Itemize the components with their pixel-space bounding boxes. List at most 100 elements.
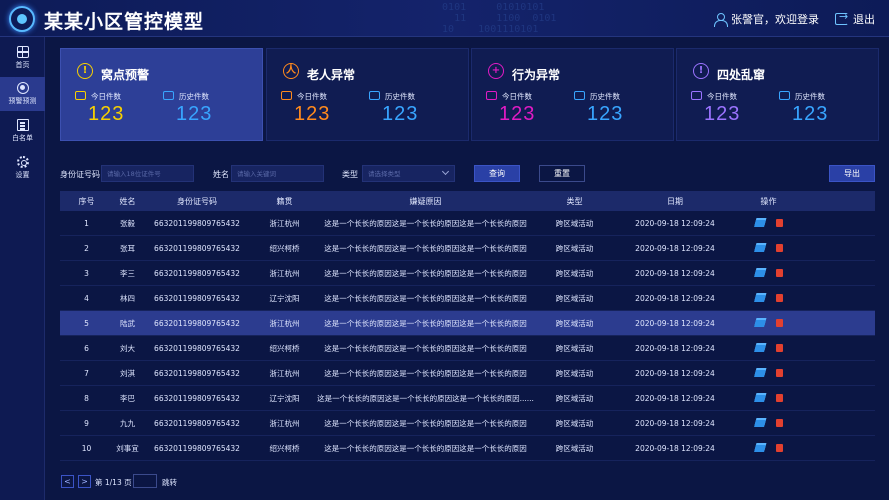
layers-icon[interactable] bbox=[753, 219, 766, 227]
sidebar-item-alert[interactable]: 预警预测 bbox=[0, 77, 45, 111]
gear-icon bbox=[16, 156, 29, 168]
trash-icon[interactable] bbox=[775, 319, 783, 327]
prev-page-button[interactable]: < bbox=[61, 475, 74, 488]
table-row[interactable]: 10 刘事宜 663201199809765432 绍兴柯桥 这是一个长长的原因这是一个… bbox=[60, 436, 875, 461]
stat-value: 123 bbox=[88, 103, 125, 125]
home-icon bbox=[16, 46, 29, 58]
next-page-button[interactable]: > bbox=[78, 475, 91, 488]
cell-reason: 这是一个长长的原因这是一个长长的原因这是一个长长的原因 bbox=[324, 343, 527, 353]
stat-label: 历史件数 bbox=[179, 92, 209, 101]
trash-icon[interactable] bbox=[775, 294, 783, 302]
layers-icon[interactable] bbox=[753, 269, 766, 277]
layers-icon[interactable] bbox=[753, 244, 766, 252]
layers-icon[interactable] bbox=[753, 444, 766, 452]
cell-id-number: 663201199809765432 bbox=[154, 293, 240, 303]
cell-origin: 辽宁沈阳 bbox=[269, 393, 300, 403]
cell-date: 2020-09-18 12:09:24 bbox=[635, 293, 715, 303]
table-row[interactable]: 2 张耳 663201199809765432 绍兴柯桥 这是一个长长的原因这是一个长长… bbox=[60, 236, 875, 261]
layers-icon[interactable] bbox=[753, 419, 766, 427]
reset-button[interactable]: 重置 bbox=[539, 165, 585, 182]
cell-type: 跨区域活动 bbox=[555, 393, 594, 403]
cell-origin: 浙江杭州 bbox=[269, 318, 300, 328]
card-title: 行为异常 bbox=[512, 68, 561, 82]
table-row[interactable]: 9 九九 663201199809765432 浙江杭州 这是一个长长的原因这是一个长长… bbox=[60, 411, 875, 436]
card-wandering[interactable]: ! 四处乱窜 今日件数 123 历史件数 123 bbox=[676, 48, 879, 141]
cell-origin: 浙江杭州 bbox=[269, 268, 300, 278]
history-icon bbox=[779, 91, 790, 100]
cell-origin: 浙江杭州 bbox=[269, 368, 300, 378]
cell-reason: 这是一个长长的原因这是一个长长的原因这是一个长长的原因 bbox=[324, 318, 527, 328]
layers-icon[interactable] bbox=[753, 294, 766, 302]
layers-icon[interactable] bbox=[753, 394, 766, 402]
cell-index: 4 bbox=[84, 293, 89, 303]
trash-icon[interactable] bbox=[775, 344, 783, 352]
stat-label: 今日件数 bbox=[707, 92, 737, 101]
bell-icon bbox=[75, 91, 86, 100]
trash-icon[interactable] bbox=[775, 394, 783, 402]
cell-actions bbox=[735, 411, 802, 435]
type-select[interactable] bbox=[362, 165, 455, 182]
trash-icon[interactable] bbox=[775, 444, 783, 452]
cell-index: 3 bbox=[84, 268, 89, 278]
results-table: 序号 姓名 身份证号码 籍贯 嫌疑原因 类型 日期 操作 1 张毅 66320119… bbox=[60, 191, 875, 461]
cell-id-number: 663201199809765432 bbox=[154, 368, 240, 378]
id-number-input[interactable] bbox=[101, 165, 194, 182]
header-id-number: 身份证号码 bbox=[177, 196, 217, 206]
table-body: 1 张毅 663201199809765432 浙江杭州 这是一个长长的原因这是一个长长… bbox=[60, 211, 875, 461]
cell-date: 2020-09-18 12:09:24 bbox=[635, 243, 715, 253]
history-icon bbox=[163, 91, 174, 100]
card-den-warning[interactable]: ! 窝点预警 今日件数 123 历史件数 123 bbox=[60, 48, 263, 141]
cell-date: 2020-09-18 12:09:24 bbox=[635, 343, 715, 353]
cell-type: 跨区域活动 bbox=[555, 318, 594, 328]
sidebar-item-whitelist[interactable]: 白名单 bbox=[0, 114, 45, 148]
trash-icon[interactable] bbox=[775, 419, 783, 427]
cell-type: 跨区域活动 bbox=[555, 368, 594, 378]
person-icon: 人 bbox=[283, 63, 299, 79]
table-row[interactable]: 5 陆武 663201199809765432 浙江杭州 这是一个长长的原因这是一个长长… bbox=[60, 311, 875, 336]
cell-index: 9 bbox=[84, 418, 89, 428]
name-input[interactable] bbox=[231, 165, 324, 182]
table-row[interactable]: 4 林四 663201199809765432 辽宁沈阳 这是一个长长的原因这是一个长长… bbox=[60, 286, 875, 311]
table-row[interactable]: 6 刘大 663201199809765432 绍兴柯桥 这是一个长长的原因这是一个长长… bbox=[60, 336, 875, 361]
header-decoration: 0101 01010101 11 1100 0101 10 1001110101 bbox=[442, 2, 557, 35]
cell-index: 2 bbox=[84, 243, 89, 253]
cell-actions bbox=[735, 211, 802, 235]
sidebar-item-label: 设置 bbox=[15, 171, 30, 179]
sidebar-item-settings[interactable]: 设置 bbox=[0, 151, 45, 185]
trash-icon[interactable] bbox=[775, 244, 783, 252]
trash-icon[interactable] bbox=[775, 219, 783, 227]
bell-icon bbox=[486, 91, 497, 100]
sidebar-item-home[interactable]: 首页 bbox=[0, 41, 45, 75]
table-row[interactable]: 3 李三 663201199809765432 浙江杭州 这是一个长长的原因这是一个长长… bbox=[60, 261, 875, 286]
card-behavior-abnormal[interactable]: + 行为异常 今日件数 123 历史件数 123 bbox=[471, 48, 674, 141]
cell-name: 刘大 bbox=[120, 343, 135, 353]
stat-label: 历史件数 bbox=[795, 92, 825, 101]
cell-name: 李三 bbox=[120, 268, 135, 278]
table-row[interactable]: 8 李巴 663201199809765432 辽宁沈阳 这是一个长长的原因这是一个长长… bbox=[60, 386, 875, 411]
cell-name: 陆武 bbox=[120, 318, 135, 328]
trash-icon[interactable] bbox=[775, 369, 783, 377]
trash-icon[interactable] bbox=[775, 269, 783, 277]
stat-label: 历史件数 bbox=[590, 92, 620, 101]
user-greeting[interactable]: 张謦官，欢迎登录 bbox=[714, 11, 819, 27]
jump-label[interactable]: 跳转 bbox=[162, 477, 177, 488]
cell-date: 2020-09-18 12:09:24 bbox=[635, 368, 715, 378]
list-icon bbox=[16, 119, 29, 131]
layers-icon[interactable] bbox=[753, 369, 766, 377]
cell-index: 7 bbox=[84, 368, 89, 378]
export-button[interactable]: 导出 bbox=[829, 165, 875, 182]
top-header: 某某小区管控模型 0101 01010101 11 1100 0101 10 1… bbox=[0, 0, 889, 37]
cell-id-number: 663201199809765432 bbox=[154, 243, 240, 253]
table-row[interactable]: 7 刘淇 663201199809765432 浙江杭州 这是一个长长的原因这是一个长长… bbox=[60, 361, 875, 386]
layers-icon[interactable] bbox=[753, 344, 766, 352]
layers-icon[interactable] bbox=[753, 319, 766, 327]
cell-origin: 绍兴柯桥 bbox=[269, 243, 300, 253]
query-button[interactable]: 查询 bbox=[474, 165, 520, 182]
table-row[interactable]: 1 张毅 663201199809765432 浙江杭州 这是一个长长的原因这是一个长长… bbox=[60, 211, 875, 236]
alert-icon bbox=[16, 82, 29, 94]
card-elderly-abnormal[interactable]: 人 老人异常 今日件数 123 历史件数 123 bbox=[266, 48, 469, 141]
cell-reason: 这是一个长长的原因这是一个长长的原因这是一个长长的原因...... bbox=[317, 393, 534, 403]
page-jump-input[interactable] bbox=[133, 474, 157, 488]
logout-button[interactable]: 退出 bbox=[835, 10, 875, 27]
cell-actions bbox=[735, 436, 802, 460]
